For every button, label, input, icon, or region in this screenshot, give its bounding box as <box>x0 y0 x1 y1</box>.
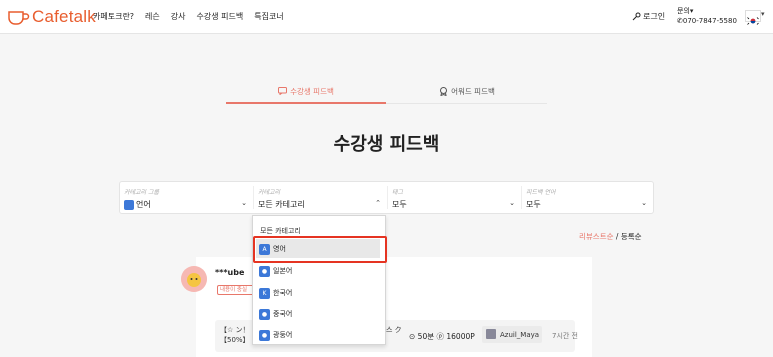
nav-feedback[interactable]: 수강생 피드백 <box>197 11 244 22</box>
chevron-up-icon: ⌃ <box>375 199 381 207</box>
item-label: 중국어 <box>273 310 293 318</box>
filter-label: 카테고리 그룹 <box>124 189 160 196</box>
page-title: 수강생 피드백 <box>333 134 440 155</box>
dropdown-item-japanese[interactable]: ● 일본어 <box>259 264 292 278</box>
chevron-down-icon: ⌄ <box>241 199 247 207</box>
language-icon <box>124 199 134 210</box>
cup-icon <box>8 11 30 25</box>
item-label: 일본어 <box>273 267 293 275</box>
sort-options: 리뷰스트순 / 등록순 <box>579 231 642 242</box>
filter-label: 태그 <box>392 189 404 196</box>
nav-features[interactable]: 특집코너 <box>254 11 283 22</box>
lesson-title[interactable]: 【☆ ン！【50%】 <box>220 325 250 345</box>
lesson-title-tail: 스 ク <box>386 326 402 334</box>
contact-label: 문의▾ <box>677 7 694 15</box>
sort-review[interactable]: 리뷰스트순 <box>579 232 614 241</box>
lesson-price: ⊙ 50분 ⓟ 16000P <box>409 332 475 341</box>
login-label: 로그인 <box>643 12 666 21</box>
sort-date[interactable]: 등록순 <box>621 232 642 241</box>
chevron-down-icon: ⌄ <box>641 199 647 207</box>
korea-flag-icon[interactable] <box>745 10 761 25</box>
dropdown-item-korean[interactable]: K 한국어 <box>259 286 292 300</box>
filter-label: 카테고리 <box>258 189 281 196</box>
item-label: 한국어 <box>273 289 293 297</box>
japanese-icon: ● <box>259 265 270 277</box>
top-header: Cafetalk 카페토크란? 레슨 강사 수강생 피드백 특집코너 로그인 문… <box>0 0 773 34</box>
tab-label: 어워드 피드백 <box>451 86 495 96</box>
review-time: 7시간 전 <box>552 332 578 340</box>
cafetalk-logo[interactable]: Cafetalk <box>8 7 96 26</box>
nav-tutors[interactable]: 강사 <box>171 11 186 22</box>
chinese-icon: ● <box>259 308 270 320</box>
filter-category[interactable]: 카테고리 모든 카테고리 ⌃ <box>254 182 387 213</box>
korean-icon: K <box>259 287 270 299</box>
filter-value: 언어 <box>136 200 151 209</box>
filter-value: 모두 <box>392 200 407 209</box>
main-nav: 카페토크란? 레슨 강사 수강생 피드백 특집코너 <box>93 11 284 22</box>
status-badge: 내용이 충실 <box>217 285 257 295</box>
tab-student-feedback[interactable]: 수강생 피드백 <box>226 80 386 104</box>
logo-text: Cafetalk <box>32 7 96 26</box>
feedback-tabs: 수강생 피드백 어워드 피드백 <box>226 80 547 104</box>
cantonese-icon: ● <box>259 329 270 341</box>
tab-award-feedback[interactable]: 어워드 피드백 <box>387 80 547 102</box>
login-link[interactable]: 로그인 <box>632 11 665 22</box>
avatar <box>181 266 207 292</box>
item-label: 광둥어 <box>273 331 293 339</box>
filter-bar: 카테고리 그룹 언어 ⌄ 카테고리 모든 카테고리 ⌃ 태그 모두 ⌄ 피드백 … <box>119 181 654 214</box>
teacher-avatar <box>486 329 496 339</box>
nav-lessons[interactable]: 레슨 <box>145 11 160 22</box>
sort-divider: / <box>615 232 619 241</box>
award-icon <box>440 86 448 96</box>
filter-label: 피드백 언어 <box>526 189 556 196</box>
reviewer-name: ***ube <box>215 268 245 277</box>
dropdown-item-cantonese[interactable]: ● 광둥어 <box>259 328 292 342</box>
chevron-down-icon: ⌄ <box>509 199 515 207</box>
contact-phone: 070-7847-5580 <box>682 17 737 25</box>
key-icon <box>632 12 641 21</box>
filter-category-group[interactable]: 카테고리 그룹 언어 ⌄ <box>120 182 253 213</box>
dropdown-header[interactable]: 모든 카테고리 <box>260 226 301 236</box>
filter-value: 모든 카테고리 <box>258 200 305 209</box>
filter-feedback-language[interactable]: 피드백 언어 모두 ⌄ <box>522 182 653 213</box>
filter-tag[interactable]: 태그 모두 ⌄ <box>388 182 521 213</box>
message-icon <box>278 87 288 95</box>
contact-menu[interactable]: 문의▾ ✆070-7847-5580 <box>677 6 737 26</box>
category-dropdown: 모든 카테고리 <box>252 215 386 345</box>
teacher-name[interactable]: Azuil_Maya <box>500 331 539 339</box>
tab-label: 수강생 피드백 <box>290 86 334 96</box>
selection-highlight <box>253 236 387 263</box>
chevron-down-icon[interactable]: ▾ <box>761 10 765 18</box>
dropdown-item-chinese[interactable]: ● 중국어 <box>259 307 292 321</box>
nav-about[interactable]: 카페토크란? <box>93 11 134 22</box>
filter-value: 모두 <box>526 200 541 209</box>
